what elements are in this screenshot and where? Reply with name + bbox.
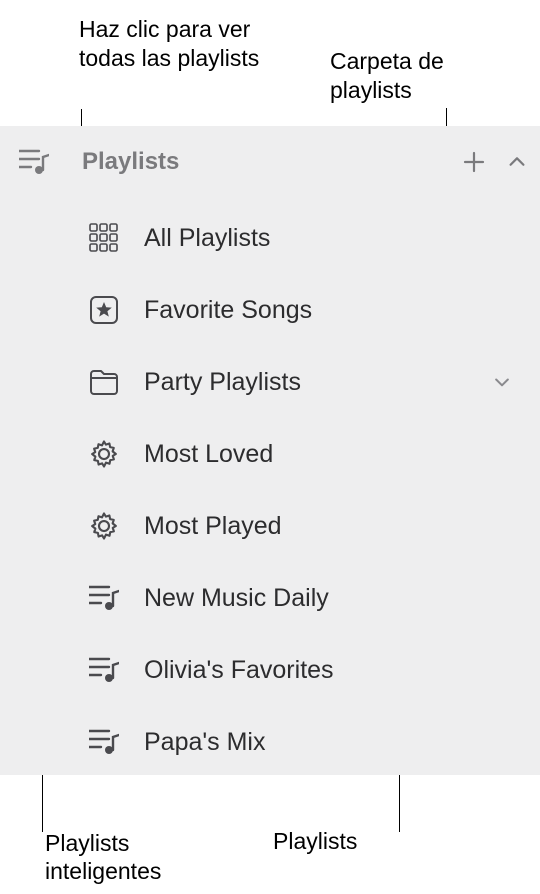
- sidebar-item-most-loved[interactable]: Most Loved: [0, 418, 540, 490]
- gear-icon: [84, 439, 124, 469]
- playlist-icon: [84, 585, 124, 611]
- playlists-list: All Playlists Favorite Songs Party Playl…: [0, 190, 540, 778]
- callout-folder: Carpeta de playlists: [330, 47, 530, 105]
- playlist-icon: [84, 729, 124, 755]
- star-box-icon: [84, 295, 124, 325]
- sidebar-item-label: Most Played: [144, 512, 282, 541]
- sidebar-item-party-playlists-folder[interactable]: Party Playlists: [0, 346, 540, 418]
- playlists-header-title: Playlists: [82, 148, 462, 176]
- gear-icon: [84, 511, 124, 541]
- grid-icon: [84, 223, 124, 253]
- folder-icon: [84, 368, 124, 396]
- sidebar-item-label: All Playlists: [144, 224, 270, 253]
- sidebar-item-favorite-songs[interactable]: Favorite Songs: [0, 274, 540, 346]
- callout-smart: Playlists inteligentes: [45, 829, 245, 887]
- playlist-section-icon: [16, 149, 52, 175]
- playlists-header-row[interactable]: Playlists: [0, 134, 540, 190]
- sidebar-item-new-music-daily[interactable]: New Music Daily: [0, 562, 540, 634]
- sidebar-item-most-played[interactable]: Most Played: [0, 490, 540, 562]
- collapse-section-button[interactable]: [506, 151, 528, 173]
- sidebar-item-label: Most Loved: [144, 440, 273, 469]
- sidebar-item-all-playlists[interactable]: All Playlists: [0, 202, 540, 274]
- callout-playlists: Playlists: [273, 827, 473, 856]
- playlists-sidebar: Playlists All Playlists: [0, 126, 540, 775]
- sidebar-item-label: New Music Daily: [144, 584, 329, 613]
- sidebar-item-label: Party Playlists: [144, 368, 301, 397]
- sidebar-item-papas-mix[interactable]: Papa's Mix: [0, 706, 540, 778]
- expand-folder-button[interactable]: [492, 372, 512, 392]
- sidebar-item-label: Olivia's Favorites: [144, 656, 334, 685]
- callout-all-playlists: Haz clic para ver todas las playlists: [79, 15, 279, 73]
- playlist-icon: [84, 657, 124, 683]
- sidebar-item-label: Papa's Mix: [144, 728, 265, 757]
- sidebar-item-label: Favorite Songs: [144, 296, 312, 325]
- sidebar-item-olivias-favorites[interactable]: Olivia's Favorites: [0, 634, 540, 706]
- add-playlist-button[interactable]: [462, 150, 486, 174]
